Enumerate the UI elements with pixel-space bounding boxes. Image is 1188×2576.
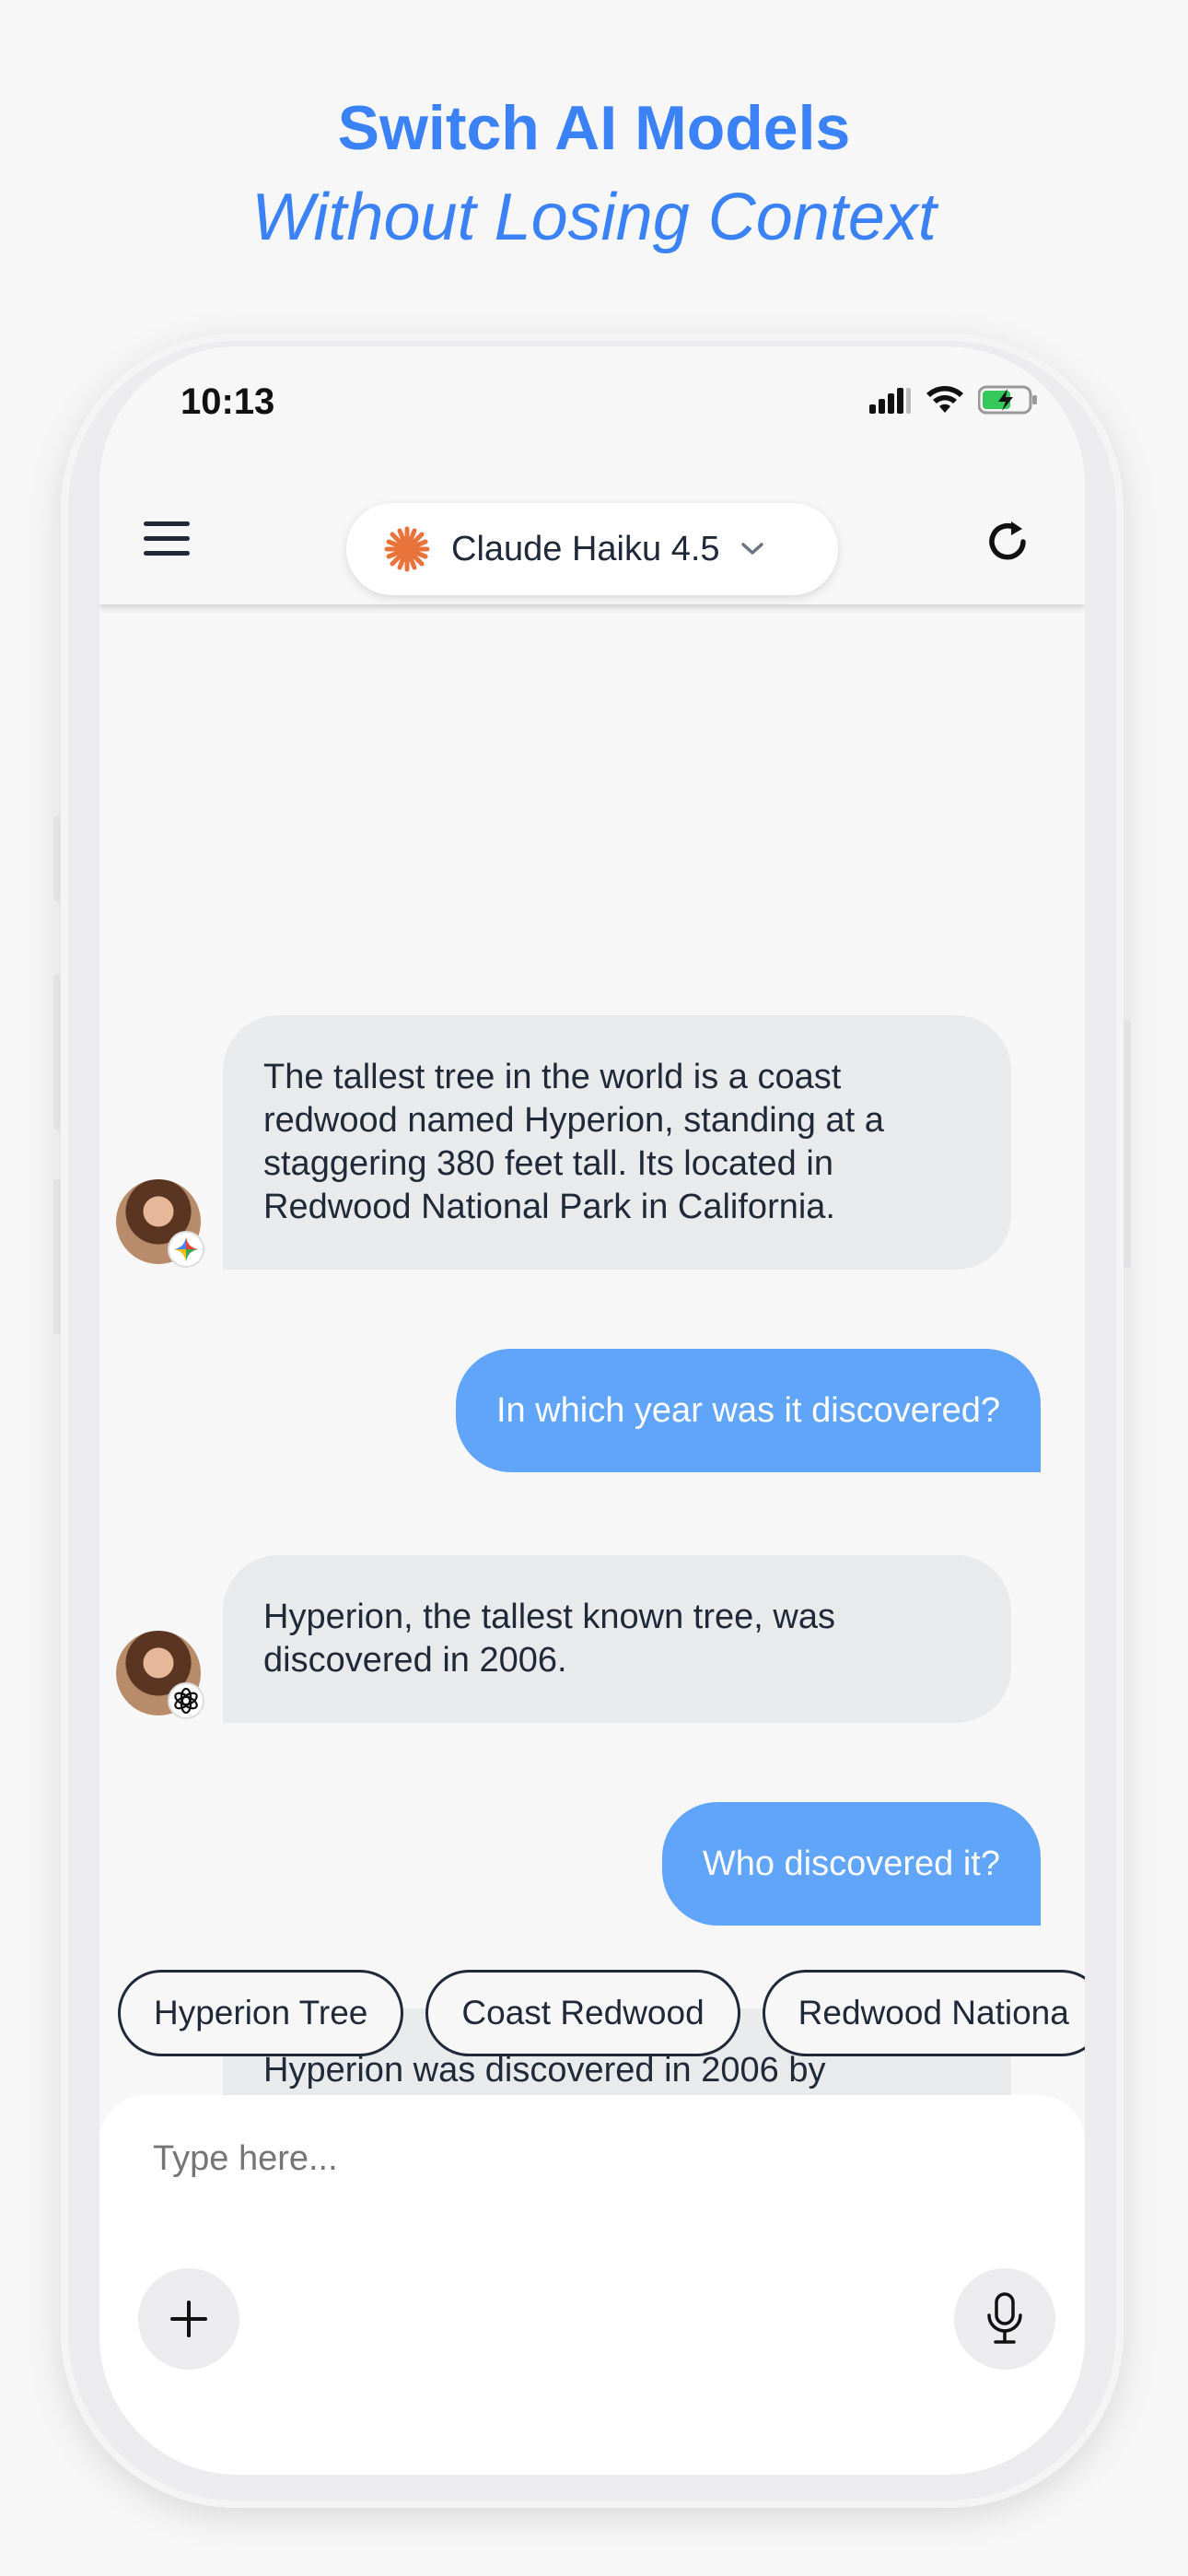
chat-header: Claude Haiku 4.5	[99, 475, 1085, 604]
message-text: Hyperion, the tallest known tree, was di…	[263, 1598, 835, 1680]
suggestion-chip[interactable]: Hyperion Tree	[118, 1970, 404, 2056]
phone-volume-down-button	[53, 1179, 61, 1334]
plus-icon	[170, 2301, 207, 2337]
chevron-down-icon	[740, 543, 763, 555]
suggestion-chips: Hyperion Tree Coast Redwood Redwood Nati…	[118, 1970, 1085, 2056]
assistant-message: The tallest tree in the world is a coast…	[223, 1015, 1011, 1270]
user-message: In which year was it discovered?	[455, 1349, 1041, 1472]
suggestion-chip[interactable]: Coast Redwood	[425, 1970, 740, 2056]
message-text: The tallest tree in the world is a coast…	[263, 1058, 884, 1226]
openai-icon	[168, 1682, 204, 1719]
phone-power-button	[1124, 1019, 1131, 1268]
status-bar: 10:13	[99, 346, 1085, 475]
claude-sparkle-icon	[384, 526, 430, 572]
voice-input-button[interactable]	[954, 2268, 1055, 2370]
phone-volume-up-button	[53, 975, 61, 1130]
suggestion-chip[interactable]: Redwood Nationa	[762, 1970, 1085, 2056]
avatar	[116, 1631, 204, 1719]
signal-icon	[869, 388, 911, 414]
composer	[99, 2095, 1085, 2475]
refresh-icon[interactable]	[984, 518, 1031, 566]
phone-action-button	[53, 816, 61, 901]
microphone-icon	[987, 2292, 1022, 2344]
gemini-icon	[168, 1231, 204, 1268]
headline-subtitle: Without Losing Context	[251, 181, 937, 254]
headline-title: Switch AI Models	[337, 93, 851, 163]
avatar	[116, 1179, 204, 1268]
assistant-message: Hyperion, the tallest known tree, was di…	[223, 1555, 1011, 1723]
battery-charging-icon	[978, 385, 1037, 415]
add-attachment-button[interactable]	[138, 2268, 239, 2370]
phone-screen: 10:13 Claude Haiku 4.5 The tallest tree …	[99, 346, 1085, 2475]
model-name: Claude Haiku 4.5	[451, 529, 720, 568]
model-selector[interactable]: Claude Haiku 4.5	[346, 503, 838, 595]
user-message: Who discovered it?	[661, 1802, 1041, 1926]
status-icons	[869, 385, 1039, 415]
message-input[interactable]	[153, 2139, 982, 2179]
wifi-icon	[926, 386, 963, 413]
hamburger-menu-icon[interactable]	[144, 521, 190, 558]
message-text: Who discovered it?	[702, 1844, 1000, 1883]
message-text: In which year was it discovered?	[495, 1390, 1000, 1430]
status-time: 10:13	[181, 381, 275, 422]
